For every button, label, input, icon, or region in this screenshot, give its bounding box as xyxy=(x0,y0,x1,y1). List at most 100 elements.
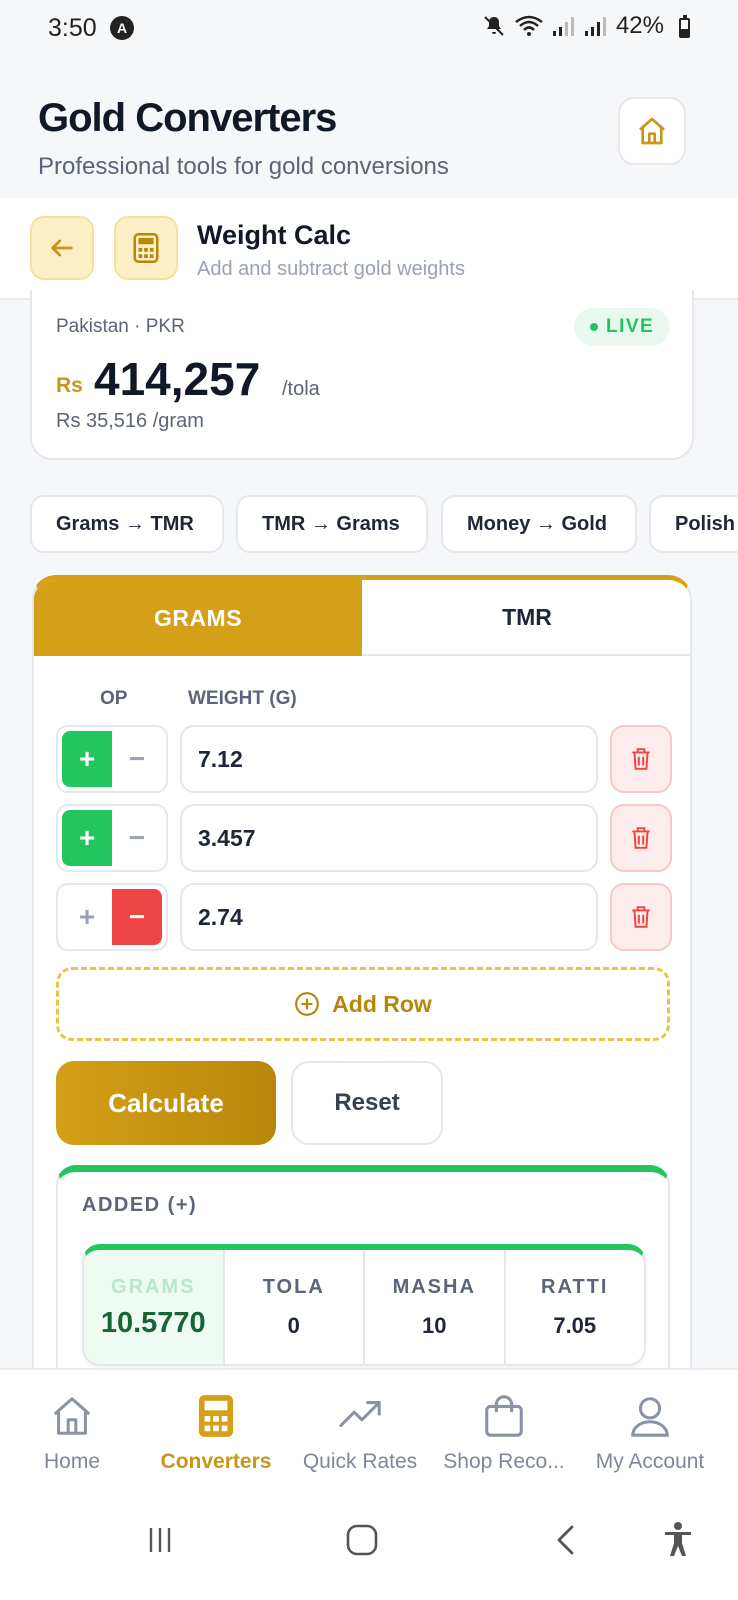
user-icon xyxy=(631,1397,669,1437)
system-nav-bar xyxy=(0,1486,738,1600)
status-time: 3:50 xyxy=(48,14,97,42)
tab-grams[interactable]: GRAMS xyxy=(34,580,362,656)
op-toggle: + − xyxy=(56,883,168,951)
nav-label: My Account xyxy=(595,1450,705,1473)
result-ratti: RATTI 7.05 xyxy=(506,1250,645,1364)
plus-button[interactable]: + xyxy=(62,889,112,945)
weight-row: + − xyxy=(56,883,672,951)
delete-row-button[interactable] xyxy=(610,725,672,793)
signal-icon xyxy=(552,17,574,36)
nav-label: Quick Rates xyxy=(302,1450,418,1473)
converter-chips: Grams → TMR TMR → Grams Money → Gold Pol… xyxy=(30,495,738,555)
nav-converters[interactable]: Converters xyxy=(144,1392,288,1474)
nav-label: Converters xyxy=(160,1450,272,1473)
nav-home[interactable]: Home xyxy=(0,1392,144,1474)
result-label: TOLA xyxy=(262,1276,325,1298)
result-label: GRAMS xyxy=(111,1276,196,1298)
recent-apps-button[interactable] xyxy=(130,1516,190,1564)
gold-price: 414,257 xyxy=(94,353,261,405)
result-grid: GRAMS 10.5770 TOLA 0 MASHA 10 RATTI 7.05 xyxy=(82,1244,646,1366)
result-label: MASHA xyxy=(392,1276,476,1298)
result-value: 10.5770 xyxy=(100,1307,206,1339)
signal-icon-2 xyxy=(584,17,606,36)
back-button[interactable] xyxy=(30,216,94,280)
result-value: 7.05 xyxy=(553,1313,597,1338)
calculator-tool-icon-button xyxy=(114,216,178,280)
gold-price-card: Pakistan · PKR LIVE Rs 414,257 /tola Rs … xyxy=(30,290,694,460)
price-per-gram: Rs 35,516 /gram xyxy=(56,410,204,432)
weight-calculator-card: GRAMS TMR OP WEIGHT (G) + − + − + − xyxy=(32,575,692,1385)
plus-button[interactable]: + xyxy=(62,731,112,787)
weight-input[interactable] xyxy=(180,883,598,951)
chip-tmr-to-grams[interactable]: TMR → Grams xyxy=(236,495,428,553)
plus-button[interactable]: + xyxy=(62,810,112,866)
chip-money-to-gold[interactable]: Money → Gold xyxy=(441,495,637,553)
minus-button[interactable]: − xyxy=(112,889,162,945)
price-unit: /tola xyxy=(282,378,320,400)
weight-row: + − xyxy=(56,804,672,872)
bottom-nav: Home Converters Quick Rates Shop Reco...… xyxy=(0,1368,738,1486)
shopping-bag-icon xyxy=(485,1395,523,1437)
trash-icon xyxy=(632,906,650,928)
minus-button[interactable]: − xyxy=(112,731,162,787)
add-row-button[interactable]: Add Row xyxy=(56,967,670,1041)
result-value: 10 xyxy=(422,1313,447,1338)
country-currency: Pakistan · PKR xyxy=(56,316,185,337)
column-header-weight: WEIGHT (G) xyxy=(188,688,297,709)
delete-row-button[interactable] xyxy=(610,883,672,951)
currency-symbol: Rs xyxy=(56,374,83,397)
chip-polish[interactable]: Polish xyxy=(649,495,738,553)
trending-up-icon xyxy=(339,1401,381,1428)
live-label: LIVE xyxy=(606,316,655,337)
add-row-label: Add Row xyxy=(332,990,432,1017)
result-tola: TOLA 0 xyxy=(225,1250,365,1364)
nav-shop-records[interactable]: Shop Reco... xyxy=(432,1392,576,1474)
recent-apps-icon xyxy=(149,1528,171,1552)
arrow-left-icon xyxy=(51,239,73,257)
result-title: ADDED (+) xyxy=(82,1194,198,1216)
home-square-icon xyxy=(346,1524,378,1556)
op-toggle: + − xyxy=(56,725,168,793)
battery-icon xyxy=(679,15,690,38)
calculator-icon xyxy=(198,1395,234,1437)
accessibility-button[interactable] xyxy=(648,1516,708,1564)
calculate-button[interactable]: Calculate xyxy=(56,1061,276,1145)
reset-button[interactable]: Reset xyxy=(291,1061,443,1145)
result-label: RATTI xyxy=(541,1276,609,1298)
home-system-button[interactable] xyxy=(332,1516,392,1564)
accessibility-icon xyxy=(665,1522,691,1556)
mute-icon xyxy=(484,16,504,36)
live-badge: LIVE xyxy=(574,308,671,346)
calculator-icon xyxy=(133,233,159,263)
delete-row-button[interactable] xyxy=(610,804,672,872)
back-system-button[interactable] xyxy=(536,1516,596,1564)
page-title: Gold Converters xyxy=(38,96,337,140)
trash-icon xyxy=(632,748,650,770)
chip-grams-to-tmr[interactable]: Grams → TMR xyxy=(30,495,224,553)
result-masha: MASHA 10 xyxy=(365,1250,506,1364)
home-button[interactable] xyxy=(618,97,686,165)
notification-badge: A xyxy=(110,16,134,40)
weight-input[interactable] xyxy=(180,725,598,793)
nav-my-account[interactable]: My Account xyxy=(578,1392,722,1474)
weight-input[interactable] xyxy=(180,804,598,872)
page-subtitle: Professional tools for gold conversions xyxy=(38,153,449,180)
tool-title: Weight Calc xyxy=(197,220,352,250)
weight-row: + − xyxy=(56,725,672,793)
status-bar: 3:50 A 42% xyxy=(0,0,738,60)
result-grams: GRAMS 10.5770 xyxy=(84,1250,225,1364)
home-icon xyxy=(639,117,665,145)
live-dot-icon xyxy=(590,323,598,331)
result-card: ADDED (+) GRAMS 10.5770 TOLA 0 MASHA 10 … xyxy=(56,1165,670,1383)
nav-label: Shop Reco... xyxy=(443,1450,565,1473)
wifi-icon xyxy=(515,15,543,36)
minus-button[interactable]: − xyxy=(112,810,162,866)
nav-label: Home xyxy=(43,1450,101,1473)
nav-quick-rates[interactable]: Quick Rates xyxy=(288,1392,432,1474)
calculator-header: Weight Calc Add and subtract gold weight… xyxy=(0,198,738,300)
op-toggle: + − xyxy=(56,804,168,872)
plus-circle-icon xyxy=(295,992,320,1016)
tab-tmr[interactable]: TMR xyxy=(362,580,690,656)
chevron-left-icon xyxy=(557,1525,574,1555)
tool-subtitle: Add and subtract gold weights xyxy=(197,258,465,280)
